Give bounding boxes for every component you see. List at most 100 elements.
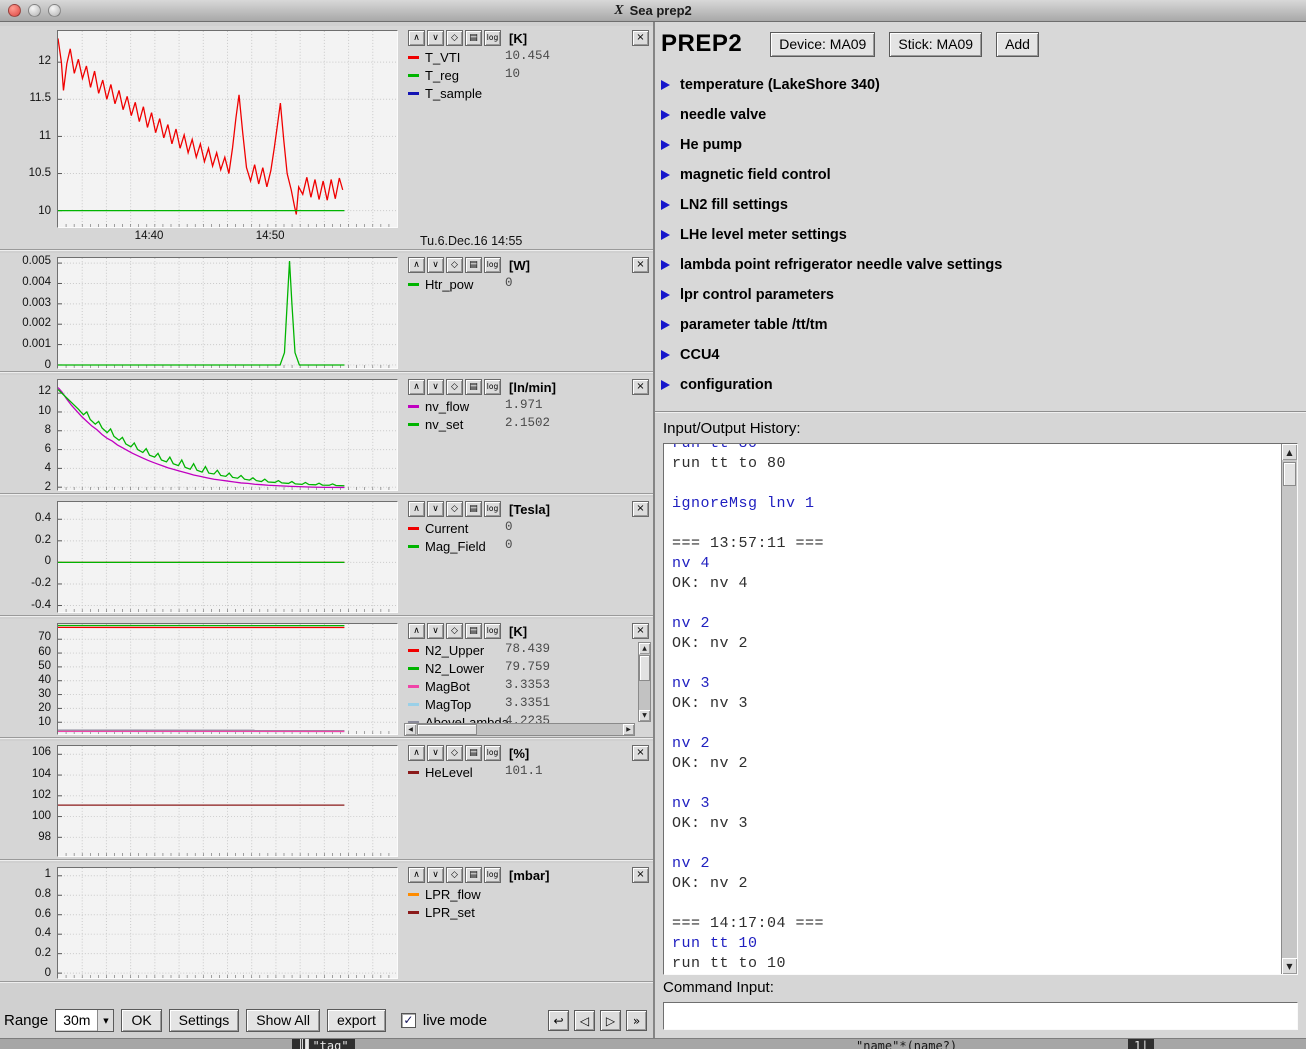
grid-toggle-button[interactable]: ▤ (465, 623, 482, 639)
expand-arrow-icon[interactable] (661, 110, 670, 120)
close-chart-button[interactable]: × (632, 867, 649, 883)
tree-item-9[interactable]: parameter table /tt/tm (661, 310, 1300, 340)
pan-right-button[interactable]: ▷ (600, 1010, 621, 1031)
plot-area[interactable] (57, 30, 398, 228)
zoom-reset-button[interactable]: ◇ (446, 379, 463, 395)
log-scale-button[interactable]: log (484, 867, 501, 883)
legend-vscroll-thumb[interactable] (639, 655, 650, 681)
tree-item-6[interactable]: LHe level meter settings (661, 220, 1300, 250)
zoom-reset-button[interactable]: ◇ (446, 623, 463, 639)
minimize-window-button[interactable] (28, 4, 41, 17)
history-scrollbar-track[interactable] (1282, 460, 1297, 958)
export-button[interactable]: export (327, 1009, 386, 1032)
log-scale-button[interactable]: log (484, 623, 501, 639)
zoom-reset-button[interactable]: ◇ (446, 30, 463, 46)
scroll-up-button[interactable]: ∧ (408, 30, 425, 46)
tree-item-10[interactable]: CCU4 (661, 340, 1300, 370)
scroll-up-button[interactable]: ∧ (408, 745, 425, 761)
ok-button[interactable]: OK (121, 1009, 161, 1032)
close-chart-button[interactable]: × (632, 30, 649, 46)
scroll-down-button[interactable]: ∨ (427, 379, 444, 395)
tree-item-1[interactable]: temperature (LakeShore 340) (661, 70, 1300, 100)
expand-arrow-icon[interactable] (661, 290, 670, 300)
scroll-up-button[interactable]: ∧ (408, 501, 425, 517)
legend-hscroll-thumb[interactable] (417, 724, 477, 735)
history-scrollbar-thumb[interactable] (1283, 462, 1296, 486)
scroll-right-icon[interactable]: ▶ (623, 724, 634, 735)
history-scrollbar[interactable]: ▲ ▼ (1281, 444, 1297, 974)
scroll-up-icon[interactable]: ▲ (1282, 444, 1297, 460)
expand-arrow-icon[interactable] (661, 80, 670, 90)
grid-toggle-button[interactable]: ▤ (465, 867, 482, 883)
close-chart-button[interactable]: × (632, 257, 649, 273)
tree-item-3[interactable]: He pump (661, 130, 1300, 160)
plot-area[interactable] (57, 501, 398, 613)
expand-arrow-icon[interactable] (661, 170, 670, 180)
close-chart-button[interactable]: × (632, 745, 649, 761)
zoom-reset-button[interactable]: ◇ (446, 745, 463, 761)
close-chart-button[interactable]: × (632, 501, 649, 517)
grid-toggle-button[interactable]: ▤ (465, 379, 482, 395)
scroll-down-button[interactable]: ∨ (427, 501, 444, 517)
log-scale-button[interactable]: log (484, 30, 501, 46)
legend-scrollbar-horizontal[interactable]: ◀▶ (404, 723, 635, 736)
plot-area[interactable] (57, 745, 398, 857)
legend-hscroll-track[interactable] (416, 724, 623, 735)
grid-toggle-button[interactable]: ▤ (465, 501, 482, 517)
zoom-reset-button[interactable]: ◇ (446, 501, 463, 517)
scroll-down-button[interactable]: ∨ (427, 257, 444, 273)
device-button[interactable]: Device: MA09 (770, 32, 875, 57)
tree-item-11[interactable]: configuration (661, 370, 1300, 400)
zoom-reset-button[interactable]: ◇ (446, 867, 463, 883)
io-history-text[interactable]: run tt 80run tt to 80ignoreMsg lnv 1=== … (664, 444, 1281, 974)
scroll-left-icon[interactable]: ◀ (405, 724, 416, 735)
zoom-window-button[interactable] (48, 4, 61, 17)
grid-toggle-button[interactable]: ▤ (465, 30, 482, 46)
expand-arrow-icon[interactable] (661, 200, 670, 210)
grid-toggle-button[interactable]: ▤ (465, 745, 482, 761)
plot-area[interactable] (57, 623, 398, 735)
scroll-up-button[interactable]: ∧ (408, 867, 425, 883)
tree-item-5[interactable]: LN2 fill settings (661, 190, 1300, 220)
tree-item-8[interactable]: lpr control parameters (661, 280, 1300, 310)
expand-arrow-icon[interactable] (661, 380, 670, 390)
close-chart-button[interactable]: × (632, 379, 649, 395)
scroll-down-icon[interactable]: ▼ (639, 710, 650, 721)
plot-area[interactable] (57, 867, 398, 979)
command-input[interactable] (663, 1002, 1298, 1030)
expand-arrow-icon[interactable] (661, 350, 670, 360)
zoom-reset-button[interactable]: ◇ (446, 257, 463, 273)
scroll-down-icon[interactable]: ▼ (1282, 958, 1297, 974)
expand-arrow-icon[interactable] (661, 320, 670, 330)
stick-button[interactable]: Stick: MA09 (889, 32, 982, 57)
log-scale-button[interactable]: log (484, 501, 501, 517)
scroll-up-icon[interactable]: ▲ (639, 643, 650, 654)
expand-arrow-icon[interactable] (661, 260, 670, 270)
legend-vscroll-track[interactable] (639, 654, 650, 710)
close-chart-button[interactable]: × (632, 623, 649, 639)
tree-item-4[interactable]: magnetic field control (661, 160, 1300, 190)
close-window-button[interactable] (8, 4, 21, 17)
scroll-up-button[interactable]: ∧ (408, 623, 425, 639)
scroll-down-button[interactable]: ∨ (427, 745, 444, 761)
expand-arrow-icon[interactable] (661, 140, 670, 150)
add-button[interactable]: Add (996, 32, 1039, 57)
pan-reset-button[interactable]: ↩ (548, 1010, 569, 1031)
scroll-down-button[interactable]: ∨ (427, 623, 444, 639)
live-mode-checkbox[interactable]: ✓ (401, 1013, 416, 1028)
tree-item-2[interactable]: needle valve (661, 100, 1300, 130)
plot-area[interactable] (57, 379, 398, 491)
range-select[interactable]: 30m ▼ (55, 1009, 114, 1032)
grid-toggle-button[interactable]: ▤ (465, 257, 482, 273)
log-scale-button[interactable]: log (484, 745, 501, 761)
tree-item-7[interactable]: lambda point refrigerator needle valve s… (661, 250, 1300, 280)
legend-scrollbar-vertical[interactable]: ▲▼ (638, 642, 651, 722)
show-all-button[interactable]: Show All (246, 1009, 320, 1032)
scroll-up-button[interactable]: ∧ (408, 257, 425, 273)
settings-button[interactable]: Settings (169, 1009, 240, 1032)
log-scale-button[interactable]: log (484, 257, 501, 273)
pan-latest-button[interactable]: » (626, 1010, 647, 1031)
scroll-up-button[interactable]: ∧ (408, 379, 425, 395)
scroll-down-button[interactable]: ∨ (427, 30, 444, 46)
plot-area[interactable] (57, 257, 398, 369)
